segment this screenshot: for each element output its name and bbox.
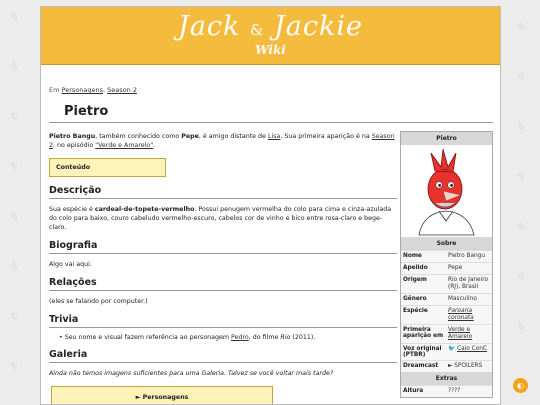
infobox-section-sobre: Sobre bbox=[401, 237, 492, 250]
infobox-title: Pietro bbox=[401, 132, 492, 145]
descricao-text-part: Sua espécie é bbox=[49, 206, 95, 213]
infobox-row: Origem Rio de Janeiro (RJ), Brasil bbox=[401, 274, 492, 293]
infobox-row: Apelido Pepe bbox=[401, 262, 492, 274]
article-body: Pietro Bangu, também conhecido como Pepe… bbox=[49, 132, 397, 404]
infobox-value: Paroaria coronata bbox=[448, 308, 490, 322]
intro-text: , no episódio bbox=[53, 142, 96, 149]
spoilers-toggle[interactable]: ► SPOILERS bbox=[448, 363, 490, 370]
intro-paragraph: Pietro Bangu, também conhecido como Pepe… bbox=[49, 132, 397, 150]
infobox-key: Origem bbox=[403, 277, 427, 283]
heading-relacoes: Relações bbox=[49, 277, 397, 291]
link-episode[interactable]: "Verde e Amarelo" bbox=[95, 142, 153, 149]
heading-biografia: Biografia bbox=[49, 240, 397, 254]
infobox-value: Pepe bbox=[448, 265, 463, 271]
infobox-key: Primeira aparição em bbox=[403, 327, 444, 339]
link-pedro[interactable]: Pedro bbox=[231, 334, 249, 341]
infobox-value: Rio de Janeiro (RJ), Brasil bbox=[448, 277, 489, 290]
intro-text: , também conhecido como bbox=[95, 133, 182, 140]
infobox-row: Nome Pietro Bangu bbox=[401, 250, 492, 262]
page-title: Pietro bbox=[49, 104, 493, 123]
character-image[interactable] bbox=[401, 145, 492, 237]
infobox-key: Gênero bbox=[403, 296, 427, 302]
film-title: Rio bbox=[280, 334, 291, 341]
trivia-text: , do filme bbox=[248, 334, 281, 341]
wiki-logo[interactable]: Jack & Jackie bbox=[41, 11, 500, 42]
intro-text: . Sua primeira aparição é na bbox=[280, 133, 372, 140]
breadcrumb: Em Personagens, Season 2 bbox=[49, 86, 494, 94]
infobox-section-extras: Extras bbox=[401, 372, 492, 385]
trivia-text: (2011). bbox=[290, 334, 316, 341]
infobox-row: Altura ???? bbox=[401, 385, 492, 397]
breadcrumb-prefix: Em bbox=[49, 86, 60, 94]
infobox-key: Altura bbox=[403, 388, 424, 394]
relacoes-text: (eles se falando por computer.) bbox=[49, 298, 148, 305]
breadcrumb-separator: , bbox=[103, 86, 106, 94]
infobox-value: ???? bbox=[448, 388, 461, 394]
trivia-text: Seu nome e visual fazem referência ao pe… bbox=[64, 334, 232, 341]
twitter-icon: 🐦 bbox=[448, 346, 456, 352]
infobox-key: Dreamcast bbox=[403, 363, 439, 369]
infobox-value: 🐦 Caio ConC bbox=[448, 346, 490, 358]
infobox-key: Voz original (PTBR) bbox=[403, 346, 442, 358]
infobox-row: Dreamcast ► SPOILERS bbox=[401, 360, 492, 372]
heading-descricao: Descrição bbox=[49, 185, 397, 199]
infobox-row: Primeira aparição em Verde e Amarelo bbox=[401, 324, 492, 343]
toc-label: Conteúdo bbox=[56, 164, 91, 171]
infobox-key: Nome bbox=[403, 253, 422, 259]
intro-nickname: Pepe bbox=[181, 133, 199, 140]
logo-text-jack: Jack bbox=[178, 11, 241, 42]
intro-text: , é amigo distante de bbox=[198, 133, 268, 140]
infobox-value: Pietro Bangu bbox=[448, 253, 486, 259]
wiki-page: Jack & Jackie Wiki Em Personagens, Seaso… bbox=[40, 6, 501, 405]
infobox-key: Apelido bbox=[403, 265, 428, 271]
trivia-list-item: • Seu nome e visual fazem referência ao … bbox=[59, 334, 316, 341]
wiki-banner[interactable]: Jack & Jackie Wiki bbox=[41, 7, 500, 65]
link-first-appearance[interactable]: Verde e Amarelo bbox=[448, 327, 472, 340]
logo-ampersand: & bbox=[250, 21, 265, 39]
infobox-row: Voz original (PTBR) 🐦 Caio ConC bbox=[401, 343, 492, 360]
infobox-row: Espécie Paroaria coronata bbox=[401, 305, 492, 324]
heading-trivia: Trivia bbox=[49, 314, 397, 328]
breadcrumb-link-season-2[interactable]: Season 2 bbox=[107, 86, 137, 94]
table-of-contents-toggle[interactable]: Conteúdo bbox=[49, 158, 166, 177]
link-lisa[interactable]: Lisa bbox=[268, 133, 280, 140]
page-content: Em Personagens, Season 2 Pietro Pietro B… bbox=[49, 65, 494, 404]
infobox-value: Masculino bbox=[448, 296, 477, 302]
infobox-key: Espécie bbox=[403, 308, 428, 314]
personagens-collapsible[interactable]: ► Personagens bbox=[51, 386, 273, 404]
link-species[interactable]: Paroaria coronata bbox=[448, 308, 474, 321]
intro-name: Pietro Bangu bbox=[49, 133, 96, 140]
infobox-value: Verde e Amarelo bbox=[448, 327, 490, 341]
intro-text: . bbox=[153, 142, 156, 149]
infobox-row: Gênero Masculino bbox=[401, 293, 492, 305]
logo-subtitle: Wiki bbox=[255, 43, 286, 57]
breadcrumb-link-personagens[interactable]: Personagens bbox=[62, 86, 103, 94]
pietro-portrait bbox=[418, 148, 475, 236]
species-name: cardeal-de-topete-vermelho bbox=[94, 206, 195, 213]
theme-toggle-button[interactable]: ◐ bbox=[513, 378, 528, 393]
half-circle-icon: ◐ bbox=[517, 381, 524, 390]
logo-text-jackie: Jackie bbox=[273, 11, 363, 42]
heading-galeria: Galeria bbox=[49, 349, 397, 363]
collapsible-label: ► Personagens bbox=[135, 394, 189, 401]
biografia-text: Algo vai aqui. bbox=[49, 261, 92, 268]
character-infobox: Pietro Sobre Nome Pietro Bangu Apelido P… bbox=[400, 131, 493, 398]
galeria-text: Ainda não temos imagens suficientes para… bbox=[49, 370, 334, 377]
link-voice-actor[interactable]: Caio ConC bbox=[457, 346, 487, 352]
descricao-text: Sua espécie é cardeal-de-topete-vermelho… bbox=[49, 205, 397, 232]
